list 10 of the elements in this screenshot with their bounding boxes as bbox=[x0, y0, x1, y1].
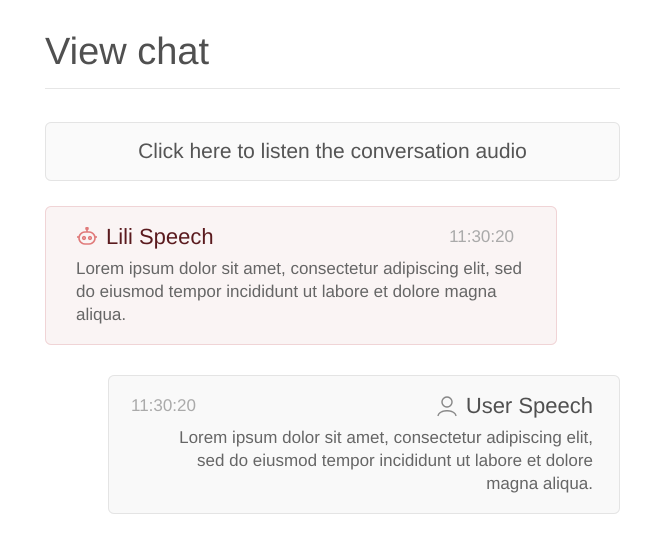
person-icon bbox=[436, 395, 458, 417]
message-text: Lorem ipsum dolor sit amet, consectetur adipiscing elit, sed do eiusmod tempor incididunt ut labore et dolore magna aliqua. bbox=[76, 258, 523, 326]
robot-icon bbox=[76, 227, 98, 247]
speaker-name: User Speech bbox=[466, 393, 593, 419]
speaker-name: Lili Speech bbox=[106, 224, 214, 250]
message-time: 11:30:20 bbox=[449, 227, 514, 247]
page-title: View chat bbox=[45, 30, 210, 75]
listen-audio-button[interactable]: Click here to listen the conversation audio bbox=[45, 122, 620, 181]
message-time: 11:30:20 bbox=[131, 396, 196, 416]
message-text: Lorem ipsum dolor sit amet, consectetur adipiscing elit, sed do eiusmod tempor incididunt ut labore et dolore magna aliqua. bbox=[178, 427, 593, 495]
